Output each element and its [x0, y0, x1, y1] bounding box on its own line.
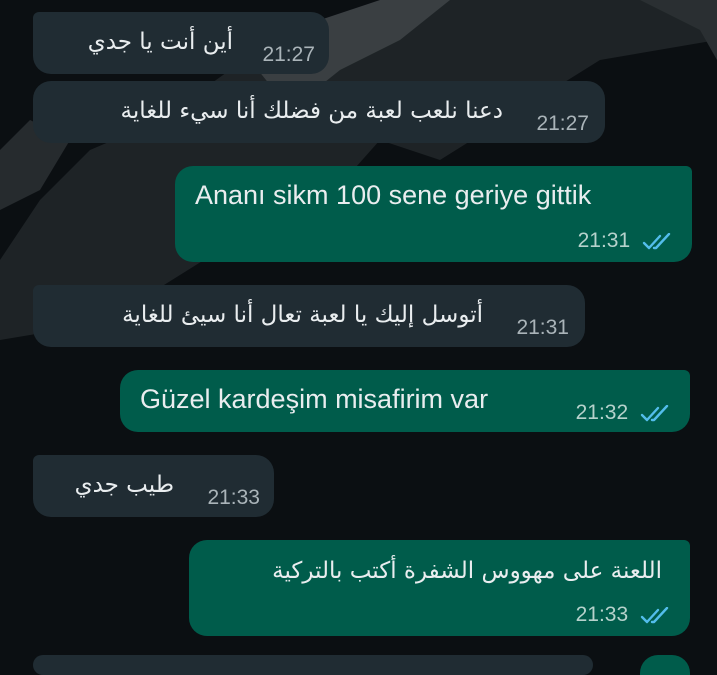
- outgoing-message[interactable]: Ananı sikm 100 sene geriye gittik 21:31: [175, 166, 692, 262]
- incoming-message[interactable]: دعنا نلعب لعبة من فضلك أنا سيء للغاية 21…: [33, 81, 605, 143]
- message-time: 21:33: [575, 603, 629, 626]
- message-text: دعنا نلعب لعبة من فضلك أنا سيء للغاية: [120, 98, 503, 124]
- message-text: Güzel kardeşim misafirim var: [140, 384, 489, 414]
- double-check-icon: [640, 405, 669, 422]
- incoming-message[interactable]: طيب جدي 21:33: [33, 455, 274, 517]
- message-time: 21:32: [575, 401, 629, 424]
- message-text: اللعنة على مهووس الشفرة أكتب بالتركية: [272, 558, 662, 584]
- message-time: 21:27: [536, 112, 589, 135]
- outgoing-message-partial[interactable]: [640, 655, 690, 675]
- message-time: 21:31: [577, 229, 631, 252]
- message-time: 21:31: [516, 316, 569, 339]
- double-check-icon: [642, 233, 671, 250]
- message-meta: 21:33: [576, 603, 670, 627]
- message-meta: 21:31: [578, 229, 672, 253]
- message-time: 21:33: [207, 486, 260, 509]
- incoming-message[interactable]: أتوسل إليك يا لعبة تعال أنا سيئ للغاية 2…: [33, 285, 585, 347]
- message-time: 21:27: [262, 43, 315, 66]
- message-text: أتوسل إليك يا لعبة تعال أنا سيئ للغاية: [122, 302, 483, 328]
- incoming-message[interactable]: أين أنت يا جدي 21:27: [33, 12, 329, 74]
- message-meta: 21:32: [576, 401, 670, 425]
- message-text: Ananı sikm 100 sene geriye gittik: [195, 180, 592, 210]
- message-text: أين أنت يا جدي: [87, 29, 233, 55]
- outgoing-message[interactable]: Güzel kardeşim misafirim var 21:32: [120, 370, 690, 432]
- double-check-icon: [640, 607, 669, 624]
- outgoing-message[interactable]: اللعنة على مهووس الشفرة أكتب بالتركية 21…: [189, 540, 690, 636]
- incoming-message-partial[interactable]: [33, 655, 593, 675]
- message-text: طيب جدي: [74, 472, 174, 498]
